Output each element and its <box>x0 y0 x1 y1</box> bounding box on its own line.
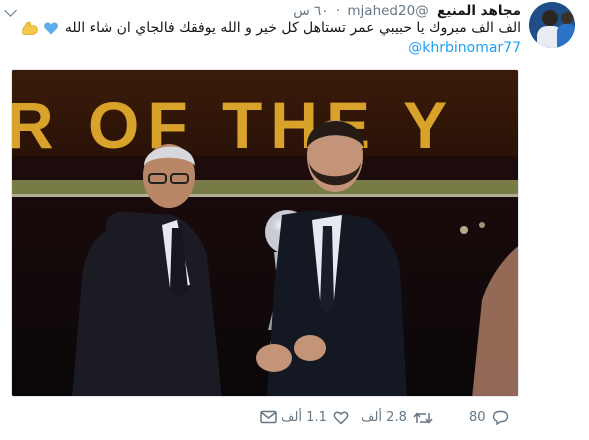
envelope-icon <box>260 410 277 424</box>
reply-count: 80 <box>469 410 486 425</box>
tweet-card[interactable]: مجاهد المنيع @mjahed20 · ٦٠ س الف الف مب… <box>0 0 589 440</box>
author-name[interactable]: مجاهد المنيع <box>437 3 521 19</box>
retweet-count: 2.8 ألف <box>361 410 407 425</box>
like-action[interactable]: 1.1 ألف <box>281 410 349 425</box>
tweet-text: الف الف مبروك يا حبيبي عمر تستاهل كل خير… <box>21 20 521 36</box>
author-handle[interactable]: @mjahed20 <box>347 3 428 19</box>
tweet-photo[interactable]: R OF THE Y <box>11 69 519 397</box>
message-action[interactable] <box>260 410 277 424</box>
retweet-action[interactable]: 2.8 ألف <box>361 410 433 425</box>
banner-text: R OF THE Y <box>12 88 455 162</box>
heart-icon <box>333 411 349 425</box>
like-count: 1.1 ألف <box>281 410 327 425</box>
separator-dot: · <box>335 3 341 19</box>
reply-icon <box>492 410 508 425</box>
timestamp[interactable]: ٦٠ س <box>293 3 328 19</box>
flexed-biceps-icon <box>21 20 39 36</box>
mention-link[interactable]: @khrbinomar77 <box>408 40 521 56</box>
avatar[interactable] <box>529 2 575 48</box>
reply-action[interactable]: 80 <box>469 410 509 425</box>
chevron-down-icon[interactable] <box>4 4 17 17</box>
tweet-header: مجاهد المنيع @mjahed20 · ٦٠ س <box>293 3 521 19</box>
tweet-actions: 1.1 ألف 2.8 ألف 80 <box>0 410 589 434</box>
tweet-text-body: الف الف مبروك يا حبيبي عمر تستاهل كل خير… <box>64 20 521 36</box>
retweet-icon <box>413 411 433 424</box>
blue-heart-icon <box>43 20 59 36</box>
